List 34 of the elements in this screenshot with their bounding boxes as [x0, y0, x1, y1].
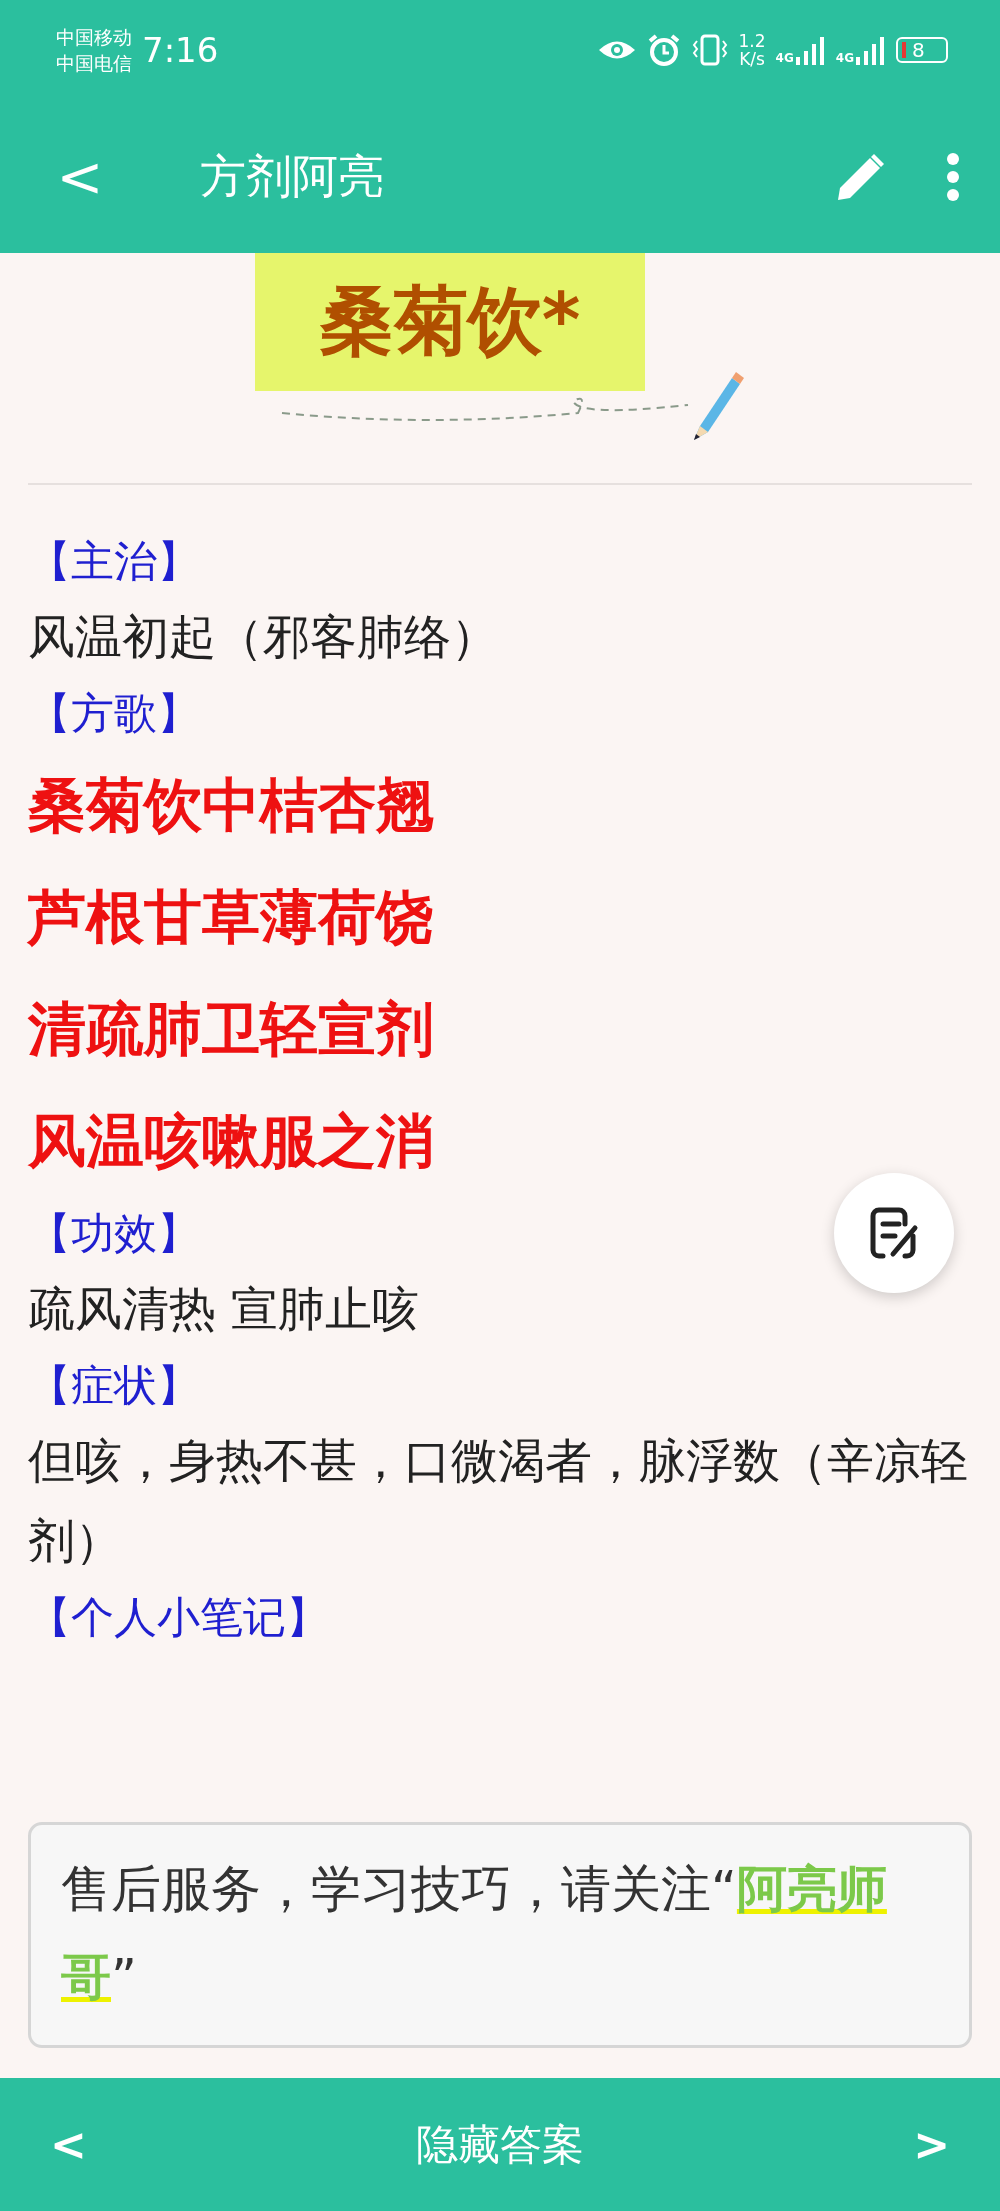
note-edit-icon [869, 1206, 919, 1260]
network-speed: 1.2 [738, 32, 766, 50]
carrier-name: 中国移动 [56, 25, 132, 50]
verse-line: 桑菊饮中桔杏翘 [28, 770, 434, 841]
alarm-clock-icon [646, 33, 681, 67]
network-type: 4G [775, 51, 794, 65]
back-button[interactable]: < [50, 144, 110, 209]
section-text: 风温初起（邪客肺络） [28, 608, 498, 666]
vibrate-icon [690, 33, 729, 67]
edit-note-button[interactable] [834, 1173, 954, 1293]
battery-level: 8 [912, 38, 925, 62]
network-type: 4G [835, 51, 854, 65]
clock-time: 7:16 [142, 30, 219, 70]
signal-icon [856, 35, 886, 65]
signal-icon [795, 35, 826, 65]
promo-notice: 售后服务，学习技巧，请关注“阿亮师哥” [28, 1822, 972, 2048]
next-button[interactable]: > [903, 2119, 960, 2170]
more-menu-icon[interactable] [946, 151, 960, 202]
hide-answer-button[interactable]: 隐藏答案 [410, 2115, 590, 2174]
carrier-name: 中国电信 [56, 51, 132, 76]
verse-line: 风温咳嗽服之消 [28, 1106, 434, 1177]
section-heading: 【主治】 [28, 535, 200, 588]
verse-line: 芦根甘草薄荷饶 [28, 882, 434, 953]
section-heading: 【方歌】 [28, 687, 200, 740]
section-heading: 【个人小笔记】 [28, 1591, 329, 1644]
app-title: 方剂阿亮 [200, 147, 384, 205]
previous-button[interactable]: < [40, 2119, 97, 2170]
verse-line: 清疏肺卫轻宣剂 [28, 994, 434, 1065]
section-heading: 【症状】 [28, 1359, 200, 1412]
section-text: 但咳，身热不甚，口微渴者，脉浮数（辛凉轻剂） [28, 1432, 969, 1570]
formula-title: 桑菊饮* [255, 253, 645, 391]
section-heading: 【功效】 [28, 1207, 200, 1260]
network-speed: K/s [739, 50, 765, 68]
section-text: 疏风清热 宣肺止咳 [28, 1280, 419, 1338]
